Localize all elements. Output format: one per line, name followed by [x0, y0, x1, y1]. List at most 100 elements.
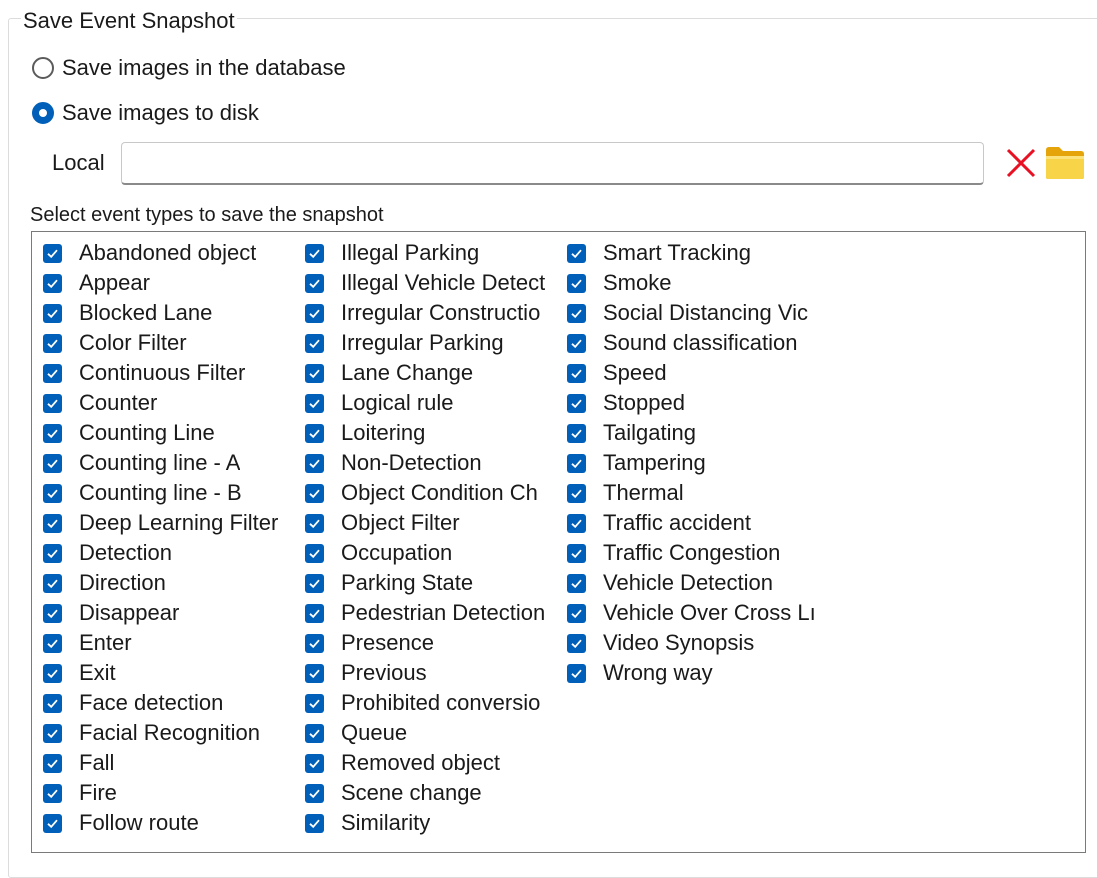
event-checkbox[interactable]	[43, 243, 62, 263]
event-checkbox[interactable]	[43, 543, 62, 563]
event-type-item[interactable]: Fall	[43, 748, 293, 778]
event-checkbox[interactable]	[305, 693, 324, 713]
event-type-item[interactable]: Detection	[43, 538, 293, 568]
event-type-label[interactable]: Speed	[603, 360, 667, 386]
event-checkbox[interactable]	[567, 363, 586, 383]
event-checkbox[interactable]	[567, 573, 586, 593]
event-checkbox[interactable]	[43, 723, 62, 743]
event-type-label[interactable]: Counting line - A	[79, 450, 240, 476]
event-checkbox[interactable]	[305, 723, 324, 743]
event-type-item[interactable]: Stopped	[567, 388, 822, 418]
event-checkbox[interactable]	[43, 483, 62, 503]
event-type-label[interactable]: Vehicle Over Cross Lı	[603, 600, 816, 626]
event-type-label[interactable]: Exit	[79, 660, 116, 686]
event-type-label[interactable]: Queue	[341, 720, 407, 746]
event-checkbox[interactable]	[567, 603, 586, 623]
clear-path-button[interactable]	[1004, 146, 1038, 180]
event-checkbox[interactable]	[43, 423, 62, 443]
event-type-label[interactable]: Fire	[79, 780, 117, 806]
event-type-item[interactable]: Video Synopsis	[567, 628, 822, 658]
event-type-item[interactable]: Irregular Parking	[305, 328, 557, 358]
event-type-label[interactable]: Loitering	[341, 420, 425, 446]
event-type-item[interactable]: Blocked Lane	[43, 298, 293, 328]
event-type-item[interactable]: Queue	[305, 718, 557, 748]
event-type-label[interactable]: Color Filter	[79, 330, 187, 356]
event-type-label[interactable]: Direction	[79, 570, 166, 596]
event-type-item[interactable]: Vehicle Over Cross Lı	[567, 598, 822, 628]
event-type-item[interactable]: Color Filter	[43, 328, 293, 358]
event-type-item[interactable]: Counting line - B	[43, 478, 293, 508]
event-checkbox[interactable]	[305, 483, 324, 503]
event-type-label[interactable]: Fall	[79, 750, 114, 776]
event-checkbox[interactable]	[305, 273, 324, 293]
event-checkbox[interactable]	[305, 753, 324, 773]
event-checkbox[interactable]	[567, 513, 586, 533]
event-type-item[interactable]: Pedestrian Detection	[305, 598, 557, 628]
event-type-item[interactable]: Follow route	[43, 808, 293, 838]
event-type-item[interactable]: Previous	[305, 658, 557, 688]
event-type-label[interactable]: Parking State	[341, 570, 473, 596]
event-type-label[interactable]: Counting line - B	[79, 480, 242, 506]
event-checkbox[interactable]	[305, 453, 324, 473]
event-type-item[interactable]: Vehicle Detection	[567, 568, 822, 598]
event-type-label[interactable]: Counting Line	[79, 420, 215, 446]
event-checkbox[interactable]	[43, 783, 62, 803]
browse-folder-button[interactable]	[1044, 144, 1086, 182]
event-type-item[interactable]: Lane Change	[305, 358, 557, 388]
event-type-item[interactable]: Logical rule	[305, 388, 557, 418]
event-type-item[interactable]: Object Filter	[305, 508, 557, 538]
event-type-label[interactable]: Tailgating	[603, 420, 696, 446]
event-type-label[interactable]: Illegal Vehicle Detect	[341, 270, 545, 296]
event-type-item[interactable]: Irregular Constructio	[305, 298, 557, 328]
event-type-label[interactable]: Wrong way	[603, 660, 713, 686]
radio-database-indicator[interactable]	[32, 57, 54, 79]
event-type-item[interactable]: Traffic accident	[567, 508, 822, 538]
event-type-item[interactable]: Appear	[43, 268, 293, 298]
event-type-item[interactable]: Tampering	[567, 448, 822, 478]
event-type-label[interactable]: Previous	[341, 660, 427, 686]
event-checkbox[interactable]	[305, 783, 324, 803]
event-type-item[interactable]: Enter	[43, 628, 293, 658]
event-type-label[interactable]: Sound classification	[603, 330, 797, 356]
event-types-list[interactable]: Abandoned object Appear Blocked Lane Color …	[31, 231, 1086, 853]
event-type-label[interactable]: Counter	[79, 390, 157, 416]
event-type-label[interactable]: Face detection	[79, 690, 223, 716]
event-type-item[interactable]: Deep Learning Filter	[43, 508, 293, 538]
event-type-label[interactable]: Video Synopsis	[603, 630, 754, 656]
radio-save-database[interactable]: Save images in the database	[32, 55, 346, 81]
event-checkbox[interactable]	[305, 543, 324, 563]
event-type-item[interactable]: Fire	[43, 778, 293, 808]
event-checkbox[interactable]	[305, 363, 324, 383]
event-type-item[interactable]: Continuous Filter	[43, 358, 293, 388]
event-checkbox[interactable]	[43, 453, 62, 473]
event-type-item[interactable]: Thermal	[567, 478, 822, 508]
event-checkbox[interactable]	[43, 363, 62, 383]
event-checkbox[interactable]	[305, 333, 324, 353]
radio-disk-indicator[interactable]	[32, 102, 54, 124]
event-checkbox[interactable]	[43, 603, 62, 623]
event-type-label[interactable]: Disappear	[79, 600, 179, 626]
event-type-label[interactable]: Continuous Filter	[79, 360, 245, 386]
event-type-item[interactable]: Smart Tracking	[567, 238, 822, 268]
event-type-label[interactable]: Scene change	[341, 780, 482, 806]
event-type-label[interactable]: Traffic Congestion	[603, 540, 780, 566]
event-type-label[interactable]: Non-Detection	[341, 450, 482, 476]
event-type-item[interactable]: Direction	[43, 568, 293, 598]
event-checkbox[interactable]	[43, 513, 62, 533]
event-checkbox[interactable]	[43, 693, 62, 713]
event-checkbox[interactable]	[305, 393, 324, 413]
event-checkbox[interactable]	[567, 543, 586, 563]
event-checkbox[interactable]	[567, 633, 586, 653]
event-checkbox[interactable]	[567, 453, 586, 473]
event-type-item[interactable]: Prohibited conversio	[305, 688, 557, 718]
event-type-item[interactable]: Occupation	[305, 538, 557, 568]
event-type-item[interactable]: Face detection	[43, 688, 293, 718]
event-type-label[interactable]: Pedestrian Detection	[341, 600, 545, 626]
event-type-item[interactable]: Loitering	[305, 418, 557, 448]
event-type-label[interactable]: Smoke	[603, 270, 671, 296]
event-type-label[interactable]: Irregular Constructio	[341, 300, 540, 326]
radio-database-label[interactable]: Save images in the database	[62, 55, 346, 81]
event-type-item[interactable]: Smoke	[567, 268, 822, 298]
event-checkbox[interactable]	[305, 573, 324, 593]
event-type-label[interactable]: Stopped	[603, 390, 685, 416]
